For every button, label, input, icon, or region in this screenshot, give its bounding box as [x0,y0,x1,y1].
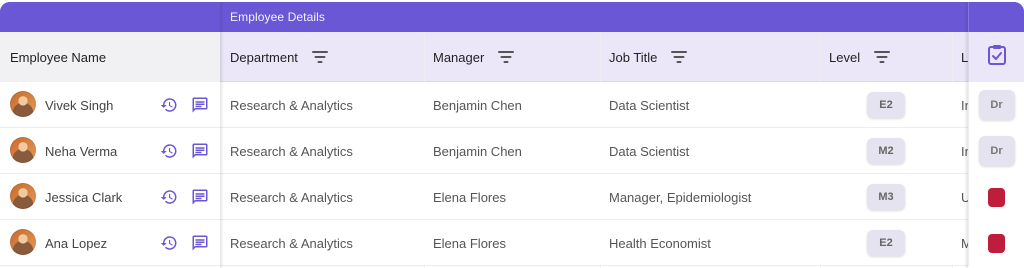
avatar[interactable] [10,183,36,209]
table-row[interactable]: Vivek Singh Research & Analytics Benjami… [0,82,1024,128]
group-header-employee-details: Employee Details [230,10,325,24]
comment-icon[interactable] [190,187,210,207]
column-header-level[interactable]: Level [829,32,891,82]
status-badge: Dr [978,90,1015,120]
filter-icon[interactable] [671,51,688,63]
employee-name: Ana Lopez [45,235,108,251]
level-badge: M3 [867,184,905,210]
column-header-label: Job Title [609,49,658,65]
comment-icon[interactable] [190,95,210,115]
column-header-manager[interactable]: Manager [433,32,515,82]
cell-department: Research & Analytics [230,143,353,159]
cell-level: E2 [820,220,952,266]
history-icon[interactable] [159,141,179,161]
history-icon[interactable] [159,95,179,115]
filter-icon[interactable] [311,51,328,63]
cell-manager: Elena Flores [433,235,506,251]
pinned-cell[interactable]: Dr [968,82,1024,128]
pinned-cell[interactable] [968,220,1024,266]
cell-job-title: Data Scientist [609,143,690,159]
comment-icon[interactable] [190,233,210,253]
cell-job-title: Manager, Epidemiologist [609,189,752,205]
pinned-right-group-header [968,2,1024,32]
pinned-cell[interactable]: Dr [968,128,1024,174]
employee-grid: Employee Details Employee Name Departmen… [0,2,1024,268]
cell-level: E2 [820,82,952,128]
cell-department: Research & Analytics [230,235,353,251]
avatar[interactable] [10,229,36,255]
avatar[interactable] [10,137,36,163]
employee-name: Vivek Singh [45,97,114,113]
cell-job-title: Data Scientist [609,97,690,113]
level-badge: E2 [867,92,905,118]
column-header-employee-name[interactable]: Employee Name [10,32,106,82]
column-header-job-title[interactable]: Job Title [609,32,688,82]
pinned-right-shadow [964,2,968,268]
status-indicator-red [988,187,1005,207]
filter-icon[interactable] [874,51,891,63]
pinned-column-header[interactable] [968,32,1024,82]
pinned-left-group-header [0,2,220,32]
cell-manager: Benjamin Chen [433,97,522,113]
history-icon[interactable] [159,233,179,253]
table-row[interactable]: Ana Lopez Research & Analytics Elena Flo… [0,220,1024,266]
cell-department: Research & Analytics [230,189,353,205]
avatar[interactable] [10,91,36,117]
status-indicator-red [988,233,1005,253]
employee-name: Jessica Clark [45,189,123,205]
column-header-label: Department [230,49,298,65]
cell-department: Research & Analytics [230,97,353,113]
column-header-department[interactable]: Department [230,32,328,82]
column-header-label: Manager [433,49,485,65]
level-badge: E2 [867,230,905,256]
table-row[interactable]: Neha Verma Research & Analytics Benjamin… [0,128,1024,174]
cell-level: M3 [820,174,952,220]
column-header-row: Employee Name Department Manager Job Tit… [0,32,1024,82]
status-badge: Dr [978,136,1015,166]
group-header-band: Employee Details [0,2,1024,32]
clipboard-check-icon[interactable] [987,44,1007,71]
cell-manager: Elena Flores [433,189,506,205]
cell-job-title: Health Economist [609,235,711,251]
filter-icon[interactable] [498,51,515,63]
column-header-label: Employee Name [10,49,107,65]
history-icon[interactable] [159,187,179,207]
comment-icon[interactable] [190,141,210,161]
cell-manager: Benjamin Chen [433,143,522,159]
pinned-left-shadow [220,2,224,268]
table-row[interactable]: Jessica Clark Research & Analytics Elena… [0,174,1024,220]
employee-name: Neha Verma [45,143,118,159]
pinned-cell[interactable] [968,174,1024,220]
cell-level: M2 [820,128,952,174]
column-header-label: Level [829,49,861,65]
level-badge: M2 [867,138,905,164]
